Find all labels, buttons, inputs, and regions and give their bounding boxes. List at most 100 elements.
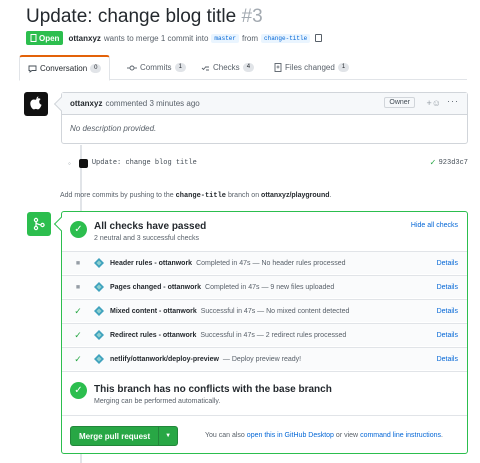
check-row: ■ Pages changed - ottanwork Completed in 4… (62, 275, 467, 298)
head-branch[interactable]: change-title (261, 33, 311, 43)
comment-header: ottanxyz commented 3 minutes ago Owner +… (62, 93, 467, 115)
commit-message[interactable]: Update: change blog title (92, 159, 197, 167)
check-name: netlify/ottanwork/deploy-preview (110, 355, 219, 363)
chevron-down-icon[interactable]: ▼ (159, 427, 177, 445)
hide-all-checks-link[interactable]: Hide all checks (411, 222, 458, 229)
check-description: Completed in 47s — 9 new files uploaded (205, 283, 335, 291)
check-row: ✓ Redirect rules - ottanwork Successful in… (62, 323, 467, 346)
page-title: Update: change blog title #3 (26, 6, 263, 28)
tab-counter: 1 (337, 63, 350, 72)
netlify-logo-icon (94, 282, 104, 292)
merge-pull-request-button[interactable]: Merge pull request (71, 427, 160, 445)
details-link[interactable]: Details (437, 356, 458, 363)
netlify-logo-icon (94, 258, 104, 268)
tab-checks[interactable]: Checks 4 (193, 55, 262, 80)
timeline-line (80, 454, 82, 463)
neutral-square-icon: ■ (75, 283, 81, 291)
merge-hint-middle: or view (335, 432, 359, 439)
merge-box: ✓ All checks have passed 2 neutral and 3… (61, 211, 468, 454)
check-circle-icon: ✓ (70, 221, 87, 238)
neutral-square-icon: ■ (75, 259, 81, 267)
tab-label: Commits (140, 63, 172, 72)
conflicts-title: This branch has no conflicts with the ba… (94, 384, 332, 395)
merge-text: wants to merge 1 commit into (103, 33, 209, 43)
merge-actions: Merge pull request ▼ You can also open t… (62, 416, 467, 453)
state-badge: Open (26, 31, 64, 45)
pr-author[interactable]: ottanxyz (68, 34, 100, 43)
merge-hint-suffix: . (441, 432, 443, 439)
check-row: ✓ Mixed content - ottanwork Successful in … (62, 299, 467, 322)
pr-title: Update: change blog title (26, 6, 237, 27)
details-link[interactable]: Details (437, 308, 458, 315)
push-note-repo: ottanxyz/playground (261, 192, 330, 199)
tab-conversation[interactable]: Conversation 0 (19, 55, 111, 81)
tab-counter: 0 (90, 64, 102, 73)
tab-files-changed[interactable]: Files changed 1 (266, 55, 357, 80)
tab-label: Checks (213, 63, 240, 72)
checks-summary: ✓ All checks have passed 2 neutral and 3… (62, 212, 467, 249)
details-link[interactable]: Details (437, 332, 458, 339)
tab-counter: 1 (174, 63, 186, 72)
check-description: Successful in 47s — 2 redirect rules pro… (200, 331, 347, 339)
check-name: Mixed content - ottanwork (110, 307, 197, 315)
details-link[interactable]: Details (437, 284, 458, 291)
conflicts-section: ✓ This branch has no conflicts with the … (62, 371, 467, 416)
check-name: Redirect rules - ottanwork (110, 331, 197, 339)
comment-body: No description provided. (70, 124, 157, 133)
pr-open-icon (30, 34, 37, 42)
merge-button-group: Merge pull request ▼ (70, 426, 179, 446)
add-reaction-icon[interactable]: +☺ (427, 98, 441, 108)
tab-label: Conversation (40, 64, 88, 73)
open-github-desktop-link[interactable]: open this in GitHub Desktop (247, 432, 334, 439)
push-note-prefix: Add more commits by pushing to the (60, 192, 174, 199)
avatar[interactable] (24, 92, 48, 116)
commit-avatar[interactable] (78, 158, 88, 168)
check-row: ✓ netlify/ottanwork/deploy-preview — Deplo… (62, 347, 467, 370)
git-merge-icon (27, 212, 51, 236)
push-note: Add more commits by pushing to the chang… (60, 192, 331, 200)
check-icon: ✓ (74, 305, 82, 316)
comment-icon (28, 65, 37, 73)
commit-sha[interactable]: ✓ 923d3c7 (430, 158, 468, 168)
commit-dot-icon: ◦ (68, 158, 71, 168)
from-text: from (242, 33, 258, 43)
checklist-icon (201, 65, 209, 70)
comment-timestamp[interactable]: commented 3 minutes ago (105, 99, 199, 108)
netlify-logo-icon (94, 306, 104, 316)
details-link[interactable]: Details (437, 260, 458, 267)
comment-box: ottanxyz commented 3 minutes ago Owner +… (61, 92, 468, 144)
kebab-menu-icon[interactable]: ··· (447, 96, 459, 106)
netlify-logo-icon (94, 354, 104, 364)
clipboard-icon[interactable] (315, 34, 323, 42)
owner-badge: Owner (384, 97, 415, 108)
tab-commits[interactable]: Commits 1 (119, 55, 194, 80)
command-line-instructions-link[interactable]: command line instructions (360, 432, 441, 439)
checks-subtitle: 2 neutral and 3 successful checks (94, 235, 200, 242)
check-icon: ✓ (74, 329, 82, 340)
commit-row: ◦ Update: change blog title ✓ 923d3c7 (68, 155, 468, 171)
check-icon: ✓ (430, 158, 436, 168)
apple-logo-icon (30, 96, 42, 110)
check-description: Completed in 47s — No header rules proce… (196, 259, 346, 267)
check-name: Pages changed - ottanwork (110, 283, 202, 291)
comment-author[interactable]: ottanxyz (70, 99, 102, 108)
push-note-middle: branch on (227, 192, 260, 199)
state-label: Open (39, 33, 60, 43)
pr-tabs: Conversation 0 Commits 1 Checks 4 Files … (19, 55, 467, 81)
tab-counter: 4 (242, 63, 255, 72)
checks-title: All checks have passed (94, 221, 207, 232)
push-note-suffix: . (329, 192, 332, 199)
check-name: Header rules - ottanwork (110, 259, 193, 267)
commit-icon (127, 65, 137, 70)
tab-label: Files changed (285, 63, 335, 72)
sha-value: 923d3c7 (438, 159, 468, 167)
pr-number: #3 (241, 6, 263, 27)
conflicts-subtitle: Merging can be performed automatically. (94, 398, 221, 405)
check-circle-icon: ✓ (70, 382, 87, 399)
file-diff-icon (274, 63, 282, 72)
base-branch[interactable]: master (211, 33, 239, 43)
check-row: ■ Header rules - ottanwork Completed in 47… (62, 251, 467, 274)
pr-meta: Open ottanxyz wants to merge 1 commit in… (26, 31, 323, 45)
push-note-branch: change-title (175, 192, 226, 200)
check-icon: ✓ (74, 353, 82, 364)
